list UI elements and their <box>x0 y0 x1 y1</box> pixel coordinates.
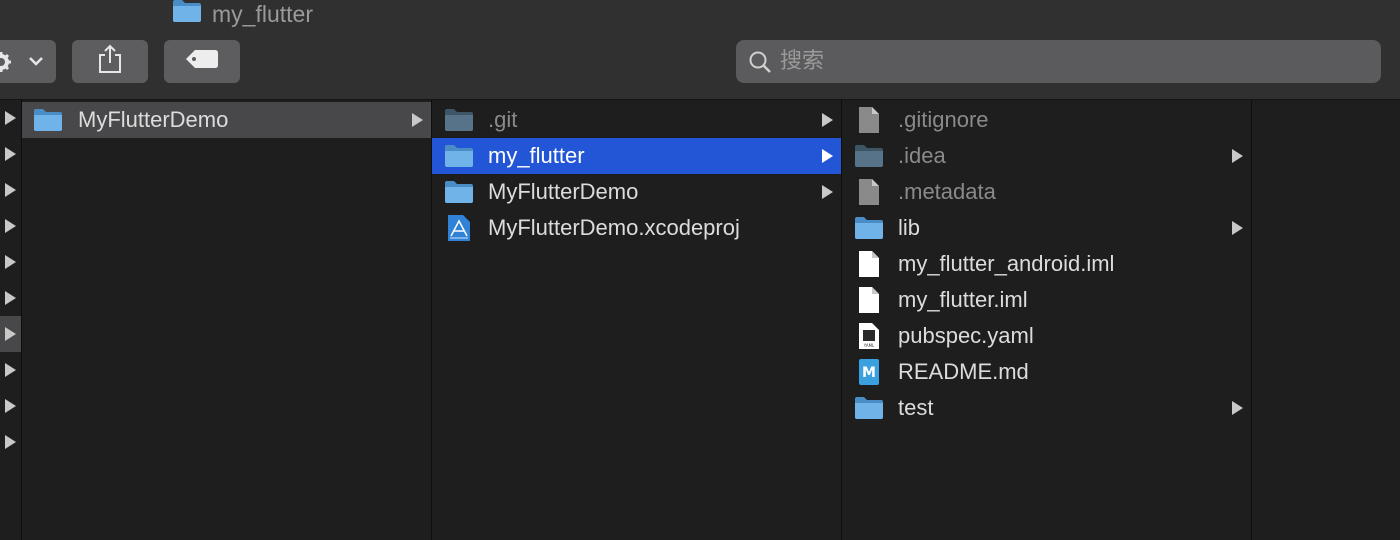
list-item[interactable]: MyFlutterDemo.xcodeproj <box>432 210 841 246</box>
folder-icon <box>33 105 63 135</box>
action-menu-button[interactable] <box>0 40 56 83</box>
list-item[interactable]: .idea <box>842 138 1251 174</box>
share-button[interactable] <box>72 40 148 83</box>
document-icon <box>854 177 884 207</box>
window-title: my_flutter <box>172 0 313 28</box>
disclosure-arrow-icon <box>5 111 16 125</box>
folder-icon <box>854 141 884 171</box>
folder-icon <box>854 213 884 243</box>
list-item[interactable]: my_flutter_android.iml <box>842 246 1251 282</box>
list-item-label: MyFlutterDemo <box>78 107 229 132</box>
column-2: .git my_flutter MyFlutterDemo MyFlutterDemo… <box>432 100 842 540</box>
list-item-label: my_flutter <box>488 143 585 168</box>
disclosure-arrow-icon <box>822 149 833 163</box>
share-icon <box>97 44 123 79</box>
tag-icon <box>185 49 219 74</box>
list-item-label: .metadata <box>898 179 996 204</box>
list-item-label: my_flutter_android.iml <box>898 251 1115 276</box>
column-1: MyFlutterDemo <box>22 100 432 540</box>
disclosure-arrow-icon <box>1232 149 1243 163</box>
disclosure-arrow-icon <box>5 255 16 269</box>
column-3: .gitignore .idea .metadata lib my_flutter_an… <box>842 100 1252 540</box>
list-item[interactable]: MyFlutterDemo <box>22 102 431 138</box>
search-icon <box>748 50 772 74</box>
yaml-file-icon: YAML <box>854 321 884 351</box>
disclosure-arrow-icon <box>5 219 16 233</box>
disclosure-arrow-icon <box>5 183 16 197</box>
chevron-down-icon <box>28 54 44 73</box>
document-icon <box>854 285 884 315</box>
disclosure-arrow-icon <box>822 113 833 127</box>
disclosure-arrow-icon <box>412 113 423 127</box>
folder-icon <box>444 141 474 171</box>
markdown-file-icon: M <box>854 357 884 387</box>
folder-icon <box>444 105 474 135</box>
disclosure-arrow-icon <box>5 363 16 377</box>
list-item-label: pubspec.yaml <box>898 323 1034 348</box>
list-item[interactable]: .gitignore <box>842 102 1251 138</box>
list-item-label: README.md <box>898 359 1029 384</box>
list-item[interactable]: M README.md <box>842 354 1251 390</box>
search-field[interactable] <box>736 40 1381 83</box>
list-item[interactable]: .metadata <box>842 174 1251 210</box>
disclosure-arrow-icon <box>1232 221 1243 235</box>
disclosure-arrow-icon <box>5 291 16 305</box>
list-item[interactable]: YAML pubspec.yaml <box>842 318 1251 354</box>
disclosure-arrow-icon <box>5 327 16 341</box>
list-item[interactable]: .git <box>432 102 841 138</box>
list-item-label: MyFlutterDemo.xcodeproj <box>488 215 740 240</box>
list-item[interactable]: my_flutter.iml <box>842 282 1251 318</box>
folder-icon <box>854 393 884 423</box>
folder-icon <box>172 0 202 29</box>
xcode-project-icon <box>444 213 474 243</box>
column-4 <box>1252 100 1400 540</box>
list-item-label: my_flutter.iml <box>898 287 1028 312</box>
column-previous[interactable] <box>0 100 22 540</box>
svg-text:M: M <box>862 365 876 381</box>
tag-button[interactable] <box>164 40 240 83</box>
list-item-label: lib <box>898 215 921 240</box>
svg-text:YAML: YAML <box>863 343 875 348</box>
list-item-label: .git <box>488 107 518 132</box>
list-item-label: MyFlutterDemo <box>488 179 639 204</box>
disclosure-arrow-icon <box>822 185 833 199</box>
document-icon <box>854 105 884 135</box>
disclosure-arrow-icon <box>1232 401 1243 415</box>
disclosure-arrow-icon <box>5 435 16 449</box>
list-item[interactable]: my_flutter <box>432 138 841 174</box>
list-item-label: .idea <box>898 143 946 168</box>
finder-toolbar: my_flutter <box>0 0 1400 100</box>
window-title-text: my_flutter <box>212 0 313 27</box>
disclosure-arrow-icon <box>5 399 16 413</box>
disclosure-arrow-icon <box>5 147 16 161</box>
list-item-label: test <box>898 395 934 420</box>
gear-icon <box>0 51 12 78</box>
list-item[interactable]: test <box>842 390 1251 426</box>
folder-icon <box>444 177 474 207</box>
search-input[interactable] <box>780 49 1340 74</box>
document-icon <box>854 249 884 279</box>
list-item[interactable]: lib <box>842 210 1251 246</box>
list-item[interactable]: MyFlutterDemo <box>432 174 841 210</box>
list-item-label: .gitignore <box>898 107 989 132</box>
